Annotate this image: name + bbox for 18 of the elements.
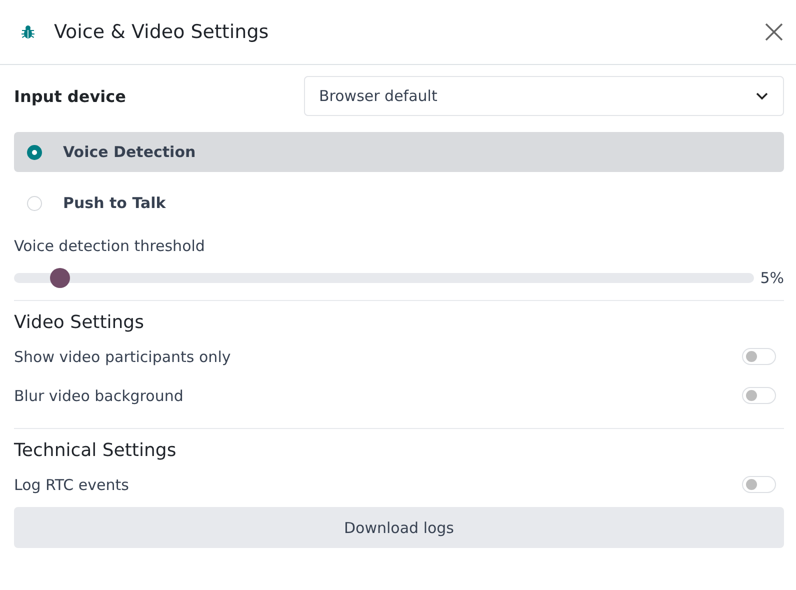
radio-option[interactable]: Voice Detection <box>14 132 784 172</box>
field-label: Input device <box>14 86 126 106</box>
toggle-switch[interactable] <box>742 476 776 493</box>
slider-thumb[interactable] <box>50 268 70 288</box>
toggle-label: Blur video background <box>14 386 184 404</box>
slider-value: 5% <box>760 269 784 287</box>
slider-label: Voice detection threshold <box>14 237 206 255</box>
section-title: Technical Settings <box>14 440 178 461</box>
bug-icon <box>20 24 36 40</box>
input-device-select[interactable]: Browser default <box>304 76 784 116</box>
toggle-switch[interactable] <box>742 387 776 404</box>
toggle-label: Log RTC events <box>14 476 129 494</box>
download-logs-button[interactable]: Download logs <box>14 507 784 548</box>
toggle-label: Show video participants only <box>14 348 231 366</box>
radio-option[interactable]: Push to Talk <box>14 183 784 223</box>
window-title: Voice & Video Settings <box>54 21 270 43</box>
toggle-switch[interactable] <box>742 348 776 365</box>
section-title: Video Settings <box>14 312 145 333</box>
